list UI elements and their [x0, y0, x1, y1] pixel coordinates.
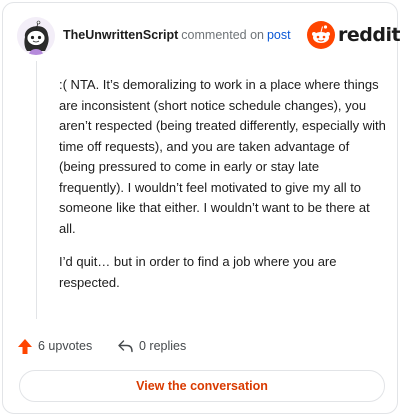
- commented-on-text: commented on: [181, 28, 264, 42]
- upvote-button[interactable]: 6 upvotes: [17, 336, 92, 356]
- thread-line: [36, 61, 37, 319]
- comment-paragraph: :( NTA. It’s demoralizing to work in a p…: [59, 77, 386, 236]
- reddit-wordmark: reddit: [338, 24, 400, 46]
- comment-body: :( NTA. It’s demoralizing to work in a p…: [59, 75, 387, 306]
- comment-paragraph: I’d quit… but in order to find a job whe…: [59, 254, 337, 290]
- post-link[interactable]: post: [267, 28, 291, 42]
- username-link[interactable]: TheUnwrittenScript: [63, 28, 178, 42]
- reddit-snoo-icon: [307, 21, 335, 49]
- user-avatar[interactable]: [17, 17, 55, 55]
- view-conversation-button[interactable]: View the conversation: [19, 370, 385, 402]
- comment-actions: 6 upvotes 0 replies: [17, 336, 383, 356]
- reddit-logo[interactable]: reddit: [307, 21, 400, 49]
- upvote-arrow-icon: [18, 338, 32, 354]
- comment-card: TheUnwrittenScript commented on post reddi…: [2, 2, 400, 414]
- comment-meta: TheUnwrittenScript commented on post: [63, 28, 291, 42]
- reply-arrow-icon: [118, 339, 133, 352]
- upvote-count: 6 upvotes: [38, 339, 93, 353]
- reply-count: 0 replies: [139, 339, 187, 353]
- replies-button[interactable]: 0 replies: [117, 336, 186, 356]
- snoo-avatar-icon: [17, 17, 55, 55]
- comment-header: TheUnwrittenScript commented on post reddi…: [17, 15, 400, 57]
